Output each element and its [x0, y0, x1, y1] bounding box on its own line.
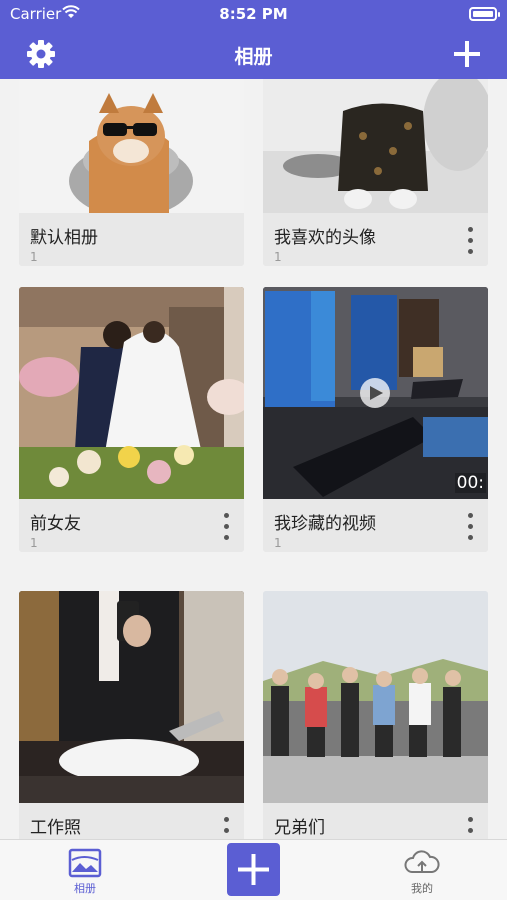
tab-bar: 相册 我的: [0, 839, 507, 900]
album-card-favorite-avatars[interactable]: 我喜欢的头像 1: [263, 79, 488, 266]
album-card-brothers[interactable]: 兄弟们 1: [263, 591, 488, 839]
album-info: 前女友 1: [19, 499, 244, 552]
album-cover-image: [19, 591, 244, 803]
photo-album-icon: [68, 848, 102, 878]
album-card-ex-girlfriend[interactable]: 前女友 1: [19, 287, 244, 552]
more-options-icon[interactable]: [460, 513, 480, 547]
album-card-treasured-videos[interactable]: 00: 我珍藏的视频 1: [263, 287, 488, 552]
add-button[interactable]: [227, 843, 280, 896]
album-count: 1: [30, 250, 38, 264]
album-cover-image: [19, 79, 244, 213]
album-name: 我珍藏的视频: [274, 514, 376, 534]
album-card-work-photos[interactable]: 工作照 1: [19, 591, 244, 839]
tab-label: 相册: [74, 882, 96, 895]
status-time: 8:52 PM: [219, 5, 288, 23]
cloud-icon: [404, 850, 440, 873]
album-info: 工作照 1: [19, 803, 244, 839]
album-cover-image: [263, 79, 488, 213]
album-cover-image: [19, 287, 244, 499]
album-name: 工作照: [30, 818, 81, 838]
album-count: 1: [274, 250, 282, 264]
album-cover-image: [263, 591, 488, 803]
more-options-icon[interactable]: [216, 817, 236, 839]
album-count: 1: [30, 536, 38, 550]
album-name: 默认相册: [30, 228, 98, 248]
status-bar: Carrier 8:52 PM: [0, 0, 507, 30]
album-name: 我喜欢的头像: [274, 228, 376, 248]
album-name: 兄弟们: [274, 818, 325, 838]
more-options-icon[interactable]: [216, 513, 236, 547]
tab-albums[interactable]: 相册: [40, 844, 130, 899]
more-options-icon[interactable]: [460, 817, 480, 839]
add-album-button[interactable]: [451, 38, 483, 70]
page-title: 相册: [234, 46, 273, 68]
album-card-default[interactable]: 默认相册 1: [19, 79, 244, 266]
plus-icon: [454, 41, 480, 67]
album-count: 1: [274, 536, 282, 550]
album-cover-image: 00:: [263, 287, 488, 499]
tab-label: 我的: [411, 882, 433, 895]
video-duration: 00:: [454, 473, 486, 493]
album-info: 默认相册 1: [19, 213, 244, 266]
album-info: 兄弟们 1: [263, 803, 488, 839]
battery-icon: [469, 7, 500, 21]
tab-mine[interactable]: 我的: [377, 844, 467, 899]
album-grid[interactable]: 默认相册 1 我喜欢的头像 1 前女友 1 00: 我珍藏的视频 1 工作照 兄…: [0, 79, 507, 839]
album-info: 我喜欢的头像 1: [263, 213, 488, 266]
plus-icon: [238, 854, 269, 885]
album-info: 我珍藏的视频 1: [263, 499, 488, 552]
navigation-bar: 相册: [0, 30, 507, 79]
more-options-icon[interactable]: [460, 227, 480, 261]
album-name: 前女友: [30, 514, 81, 534]
